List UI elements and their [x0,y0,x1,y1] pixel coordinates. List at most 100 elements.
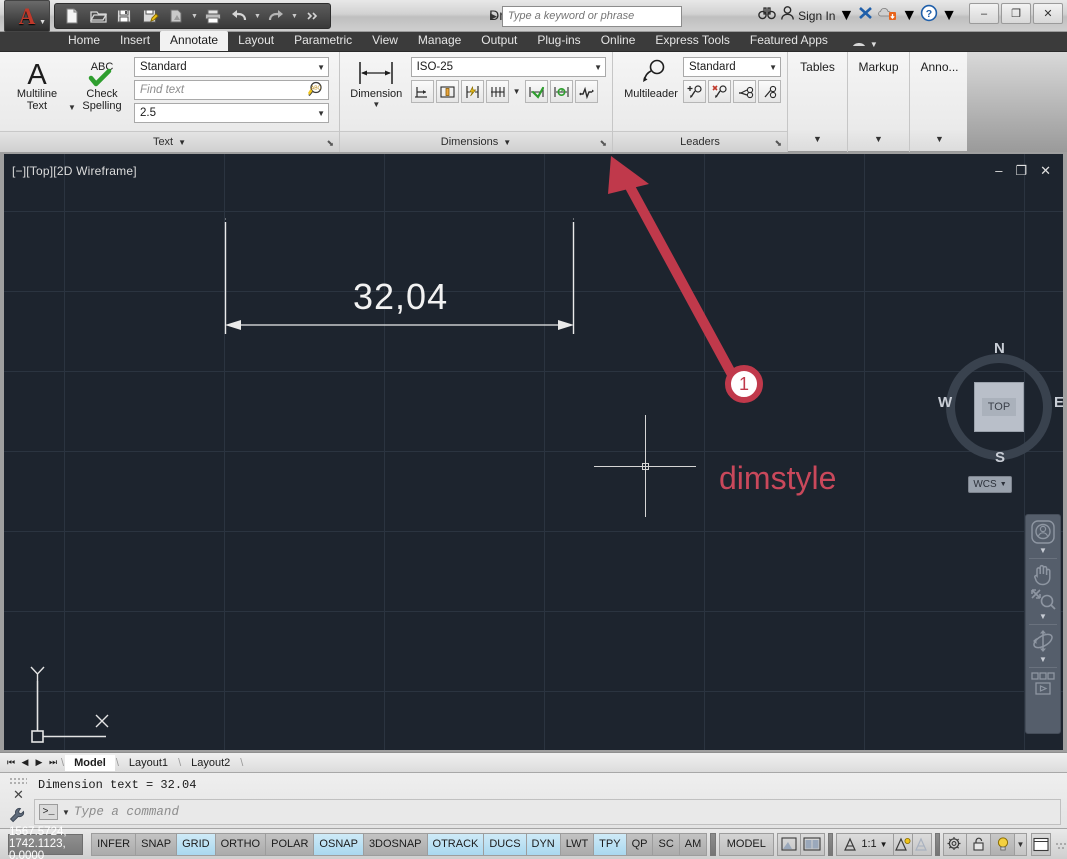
tab-view[interactable]: View [362,31,408,51]
redo-dropdown[interactable]: ▼ [290,5,299,27]
panel-dialog-launcher-icon[interactable]: ⬊ [774,138,782,149]
linear-dimension-entity[interactable] [4,154,1063,750]
sign-in-dropdown-icon[interactable]: ▼ [838,7,854,25]
status-toggle-dyn[interactable]: DYN [525,832,560,856]
dimension-jogged-linear-icon[interactable] [574,80,598,103]
auto-scale-icon[interactable] [912,832,932,856]
ribbon-display-options-button[interactable]: ▼ [852,39,878,51]
dimension-button[interactable]: Dimension ▼ [346,56,407,109]
dimension-continue-dropdown-icon[interactable]: ▼ [511,80,523,103]
pan-hand-icon[interactable] [1028,562,1058,586]
tab-online[interactable]: Online [591,31,646,51]
find-text-search-icon[interactable]: ABC [308,81,325,100]
zoom-dropdown-icon[interactable]: ▼ [1039,612,1047,621]
align-leader-icon[interactable] [733,80,756,103]
command-prompt-icon[interactable]: >_ [39,804,58,820]
undo-icon[interactable] [227,5,251,27]
orbit-dropdown-icon[interactable]: ▼ [1039,655,1047,664]
find-text-input[interactable]: Find text ABC [134,80,329,100]
panel-tables[interactable]: Tables ▼ [788,52,848,152]
prev-layout-button[interactable]: ◀ [18,757,32,768]
autodesk-360-dropdown-icon[interactable]: ▼ [901,7,917,25]
save-as-icon[interactable] [138,5,162,27]
dimension-inspect-icon[interactable] [524,80,548,103]
exchange-apps-icon[interactable] [857,5,875,26]
view-cube-west-label[interactable]: W [938,394,952,411]
chevron-down-icon[interactable]: ▼ [311,109,325,118]
view-cube-south-label[interactable]: S [995,449,1005,466]
text-height-combo[interactable]: 2.5 ▼ [134,103,329,123]
tab-home[interactable]: Home [58,31,110,51]
multiline-text-dropdown-icon[interactable]: ▼ [68,103,76,112]
view-cube-east-label[interactable]: E [1054,394,1063,411]
model-space-icon[interactable] [776,832,801,856]
tab-layout[interactable]: Layout [228,31,284,51]
undo-dropdown[interactable]: ▼ [253,5,262,27]
search-binoculars-icon[interactable] [757,5,777,26]
view-cube-north-label[interactable]: N [994,340,1005,357]
view-cube-top-face[interactable]: TOP [974,382,1024,432]
next-layout-button[interactable]: ▶ [32,757,46,768]
tab-express-tools[interactable]: Express Tools [645,31,739,51]
user-account-icon[interactable] [780,5,795,26]
layout-viewports-icon[interactable] [800,832,825,856]
tab-output[interactable]: Output [471,31,527,51]
chevron-down-icon[interactable]: ▼ [763,63,777,72]
chevron-down-icon[interactable]: ▼ [311,63,325,72]
panel-dialog-launcher-icon[interactable]: ⬊ [326,138,334,149]
collect-leader-icon[interactable] [758,80,781,103]
chevron-down-icon[interactable]: ▼ [588,63,602,72]
ucs-selector[interactable]: WCS ▼ [968,476,1012,493]
hardware-accel-dropdown-icon[interactable]: ▼ [1015,832,1028,856]
command-history-dropdown-icon[interactable]: ▼ [62,808,70,817]
dimension-reassociate-icon[interactable] [549,80,573,103]
save-icon[interactable] [112,5,136,27]
help-icon[interactable]: ? [920,4,938,27]
annotation-visibility-icon[interactable] [893,832,913,856]
add-leader-icon[interactable] [683,80,706,103]
chevron-down-icon[interactable]: ▼ [880,840,888,849]
coordinate-readout[interactable]: 1567.5724, 1742.1123, 0.0000 [8,826,84,859]
tab-featured-apps[interactable]: Featured Apps [740,31,838,51]
autodesk-360-icon[interactable] [878,5,898,26]
close-button[interactable]: ✕ [1033,3,1063,24]
status-toggle-snap[interactable]: SNAP [135,832,177,856]
maximize-button[interactable]: ❐ [1001,3,1031,24]
panel-tables-expand-icon[interactable]: ▼ [813,134,822,152]
tab-insert[interactable]: Insert [110,31,160,51]
toolbar-lock-icon[interactable] [967,832,992,856]
clean-screen-icon[interactable] [1031,832,1052,856]
panel-title-dimensions[interactable]: Dimensions ▼ ⬊ [340,131,612,152]
check-spelling-button[interactable]: ABC Check Spelling [76,56,128,112]
last-layout-button[interactable]: ⏭ [46,757,60,768]
multiline-text-button[interactable]: A Multiline Text [6,56,68,112]
workspace-gear-icon[interactable] [943,832,968,856]
panel-title-text[interactable]: Text ▼ ⬊ [0,131,339,152]
panel-dialog-launcher-icon[interactable]: ⬊ [599,138,607,149]
panel-annotation-scaling[interactable]: Anno... ▼ [910,52,970,152]
drawing-canvas[interactable]: [−][Top][2D Wireframe] – ❐ ✕ 32,04 1 dim… [4,154,1063,750]
new-file-icon[interactable] [60,5,84,27]
status-toggle-qp[interactable]: QP [625,832,653,856]
dimension-break-icon[interactable] [460,80,484,103]
chevron-down-icon[interactable]: ▼ [39,19,46,26]
orbit-icon[interactable] [1028,628,1058,654]
panel-annotation-scaling-expand-icon[interactable]: ▼ [935,134,944,152]
tab-layout1[interactable]: Layout1 [120,755,177,771]
plot-preview-icon[interactable] [164,5,188,27]
tab-plugins[interactable]: Plug-ins [527,31,590,51]
print-icon[interactable] [201,5,225,27]
status-toggle-polar[interactable]: POLAR [265,832,314,856]
status-toggle-ducs[interactable]: DUCS [483,832,526,856]
text-style-combo[interactable]: Standard ▼ [134,57,329,77]
sign-in-button[interactable]: Sign In [798,9,835,23]
open-file-icon[interactable] [86,5,110,27]
qat-more-icon[interactable] [301,5,325,27]
status-toggle-osnap[interactable]: OSNAP [313,832,363,856]
annotation-scale-button[interactable]: 1:1 ▼ [836,832,894,856]
tab-annotate[interactable]: Annotate [160,31,229,51]
plot-preview-dropdown[interactable]: ▼ [190,5,199,27]
status-toggle-3dosnap[interactable]: 3DOSNAP [362,832,427,856]
status-toggle-grid[interactable]: GRID [176,832,215,856]
tab-model[interactable]: Model [65,754,115,771]
